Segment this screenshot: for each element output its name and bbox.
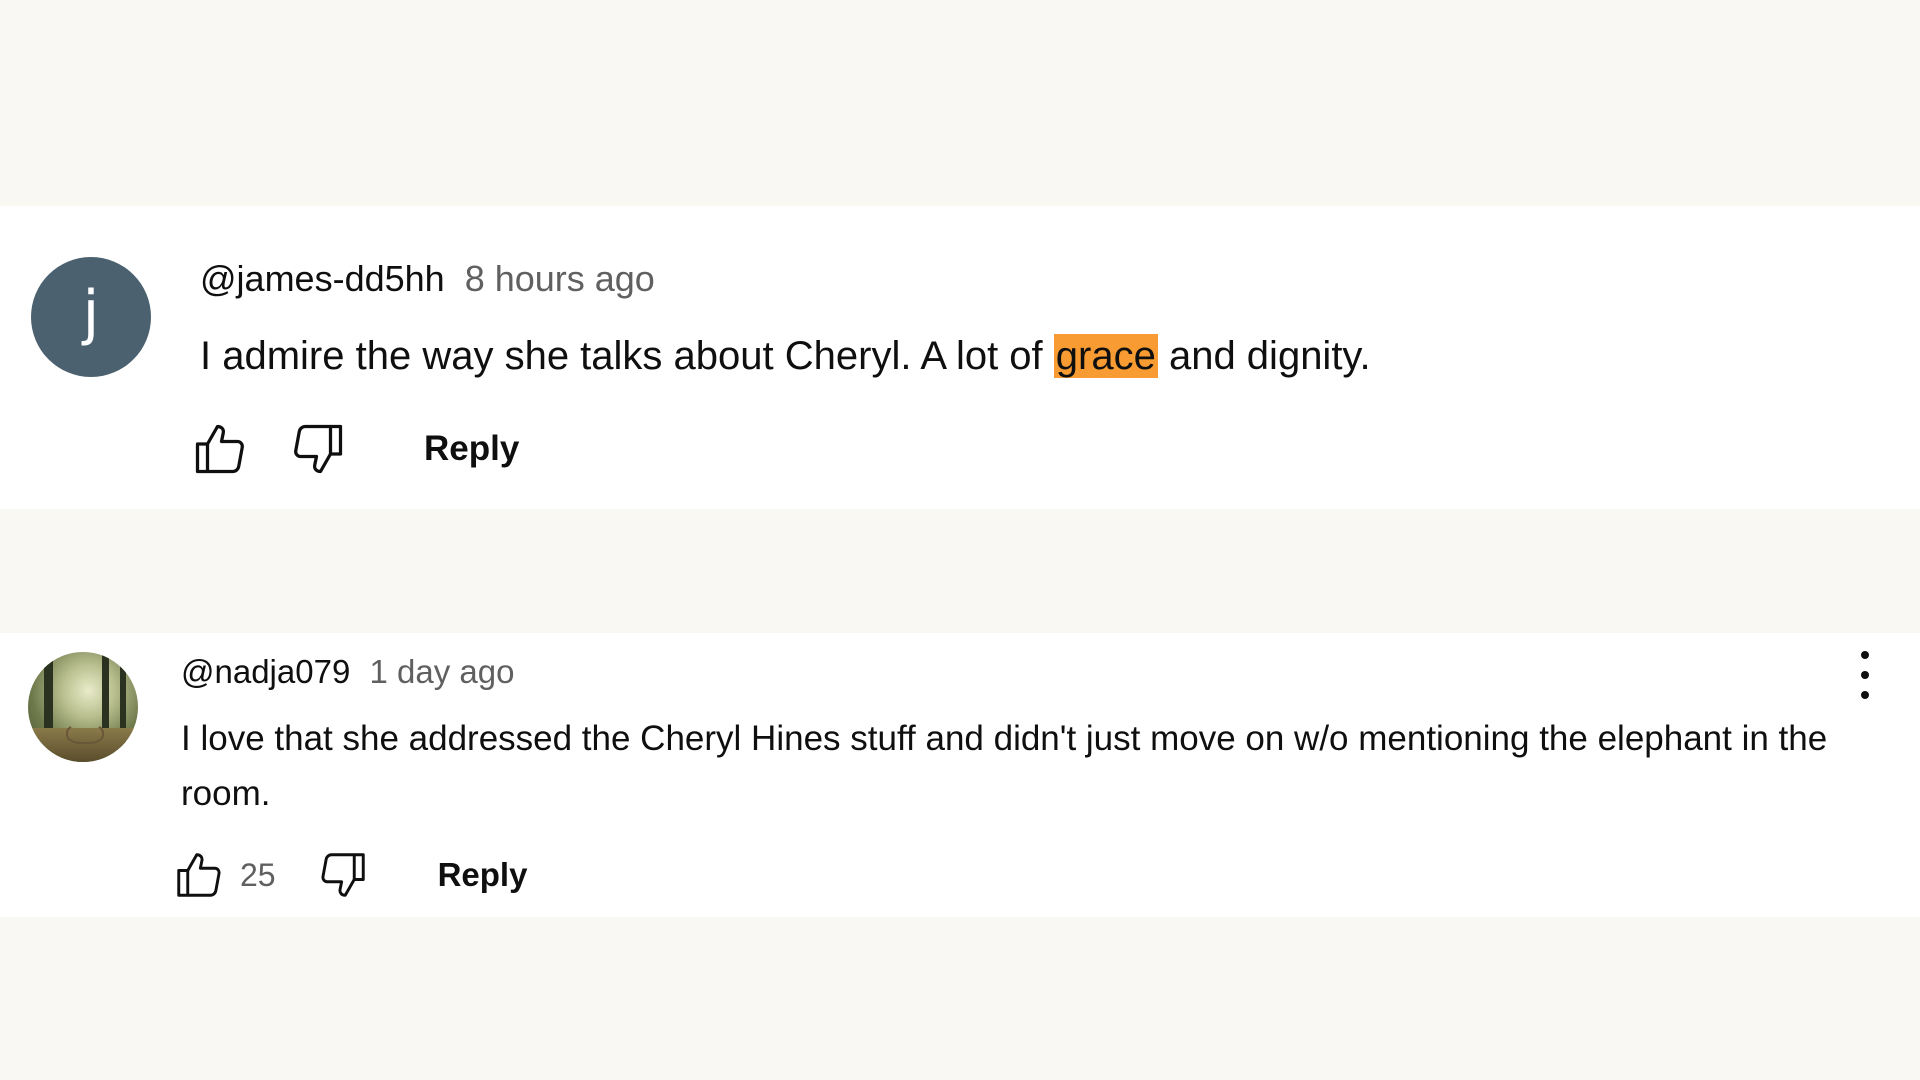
reply-button[interactable]: Reply [424, 429, 519, 469]
comments-page: j @james-dd5hh 8 hours ago I admire the … [0, 0, 1920, 1080]
comment-text-before: I admire the way she talks about Cheryl.… [200, 334, 1054, 378]
like-count: 25 [240, 856, 276, 893]
like-button[interactable] [190, 419, 250, 479]
comment-header: @james-dd5hh 8 hours ago [200, 258, 655, 300]
avatar-bicycle-shape [66, 722, 104, 744]
comment-time[interactable]: 1 day ago [369, 653, 514, 690]
comment-card: j @james-dd5hh 8 hours ago I admire the … [0, 206, 1920, 509]
more-actions-button[interactable] [1850, 649, 1880, 703]
more-vert-icon-dot [1861, 671, 1869, 679]
thumb-down-icon [321, 853, 365, 897]
more-vert-icon [1861, 651, 1869, 659]
thumb-down-icon [294, 424, 343, 474]
thumb-up-icon [177, 853, 221, 897]
avatar[interactable]: j [31, 257, 151, 377]
comment-text-after: and dignity. [1157, 334, 1371, 378]
comment-time[interactable]: 8 hours ago [465, 258, 655, 299]
avatar[interactable] [28, 652, 138, 762]
comment-actions: 25 Reply [172, 845, 527, 905]
search-highlight: grace [1053, 334, 1158, 378]
dislike-button[interactable] [316, 848, 370, 902]
comment-actions: Reply [190, 414, 519, 484]
like-button[interactable] [172, 848, 226, 902]
author-handle[interactable]: @james-dd5hh [200, 258, 445, 299]
dislike-button[interactable] [288, 419, 348, 479]
reply-button[interactable]: Reply [438, 856, 528, 894]
avatar-letter: j [82, 278, 100, 348]
comment-text: I love that she addressed the Cheryl Hin… [181, 719, 1828, 813]
comment-text: I admire the way she talks about Cheryl.… [200, 326, 1371, 386]
more-vert-icon-dot [1861, 691, 1869, 699]
thumb-up-icon [195, 424, 244, 474]
author-handle[interactable]: @nadja079 [181, 653, 350, 690]
comment-header: @nadja079 1 day ago [181, 652, 514, 692]
comment-card: @nadja079 1 day ago I love that she addr… [0, 633, 1920, 917]
